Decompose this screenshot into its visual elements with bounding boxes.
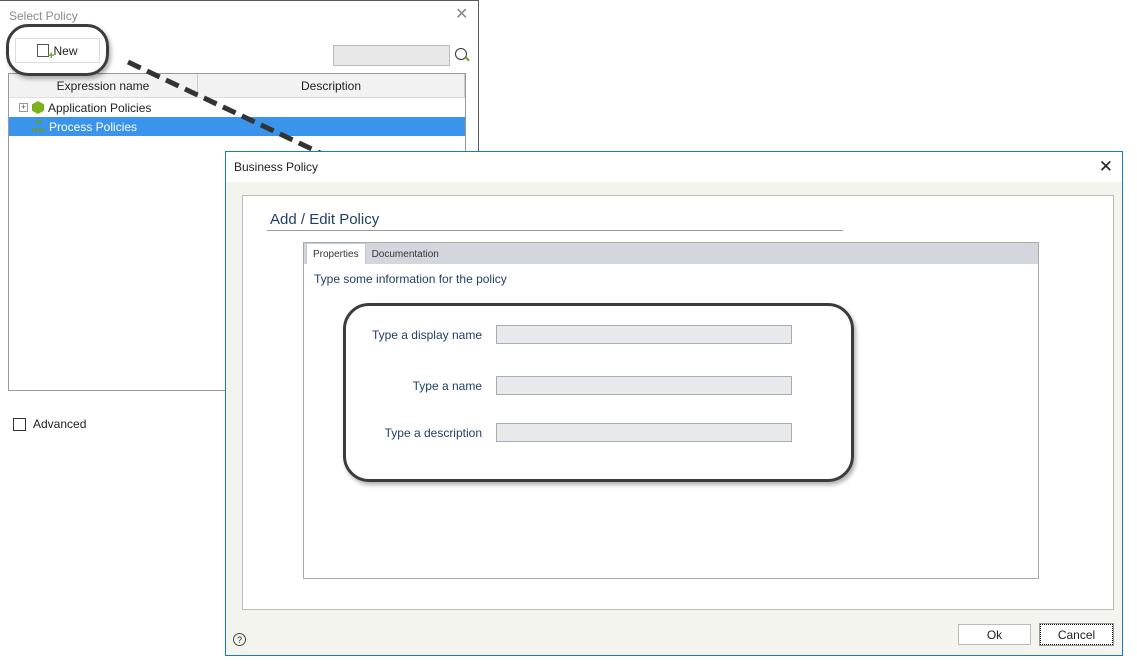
checkbox[interactable] <box>13 417 26 431</box>
hexagon-icon <box>32 101 44 114</box>
page-title: Add / Edit Policy <box>270 211 380 228</box>
search-input[interactable] <box>333 45 450 66</box>
tree-row[interactable]: Process Policies <box>9 117 465 136</box>
expand-icon[interactable]: + <box>19 103 28 112</box>
tab-properties[interactable]: Properties <box>306 243 366 264</box>
tree-row[interactable]: + Application Policies <box>9 98 465 117</box>
advanced-label: Advanced <box>33 417 87 431</box>
highlight-oval-fields <box>343 303 854 482</box>
dialog-title: Select Policy <box>9 9 78 23</box>
column-header-description[interactable]: Description <box>198 74 465 97</box>
column-header-expression-name[interactable]: Expression name <box>9 74 198 97</box>
highlight-oval-new <box>6 24 109 76</box>
tab-strip: Properties Documentation <box>304 243 1038 264</box>
row-label: Application Policies <box>48 100 152 115</box>
divider <box>267 230 843 231</box>
close-icon[interactable]: ✕ <box>455 7 468 23</box>
tab-description: Type some information for the policy <box>314 272 507 286</box>
cancel-button[interactable]: Cancel <box>1039 623 1114 646</box>
grid-header: Expression name Description <box>9 74 465 98</box>
close-icon[interactable]: ✕ <box>1099 157 1113 177</box>
help-icon[interactable]: ? <box>233 633 246 646</box>
advanced-checkbox[interactable]: Advanced <box>13 417 86 431</box>
search-icon[interactable] <box>455 48 467 60</box>
tab-documentation[interactable]: Documentation <box>366 245 445 264</box>
row-label: Process Policies <box>49 119 138 134</box>
title-bar: Business Policy ✕ <box>226 152 1122 182</box>
process-icon <box>32 120 45 133</box>
dialog-title: Business Policy <box>234 160 319 174</box>
ok-button[interactable]: Ok <box>958 624 1031 645</box>
